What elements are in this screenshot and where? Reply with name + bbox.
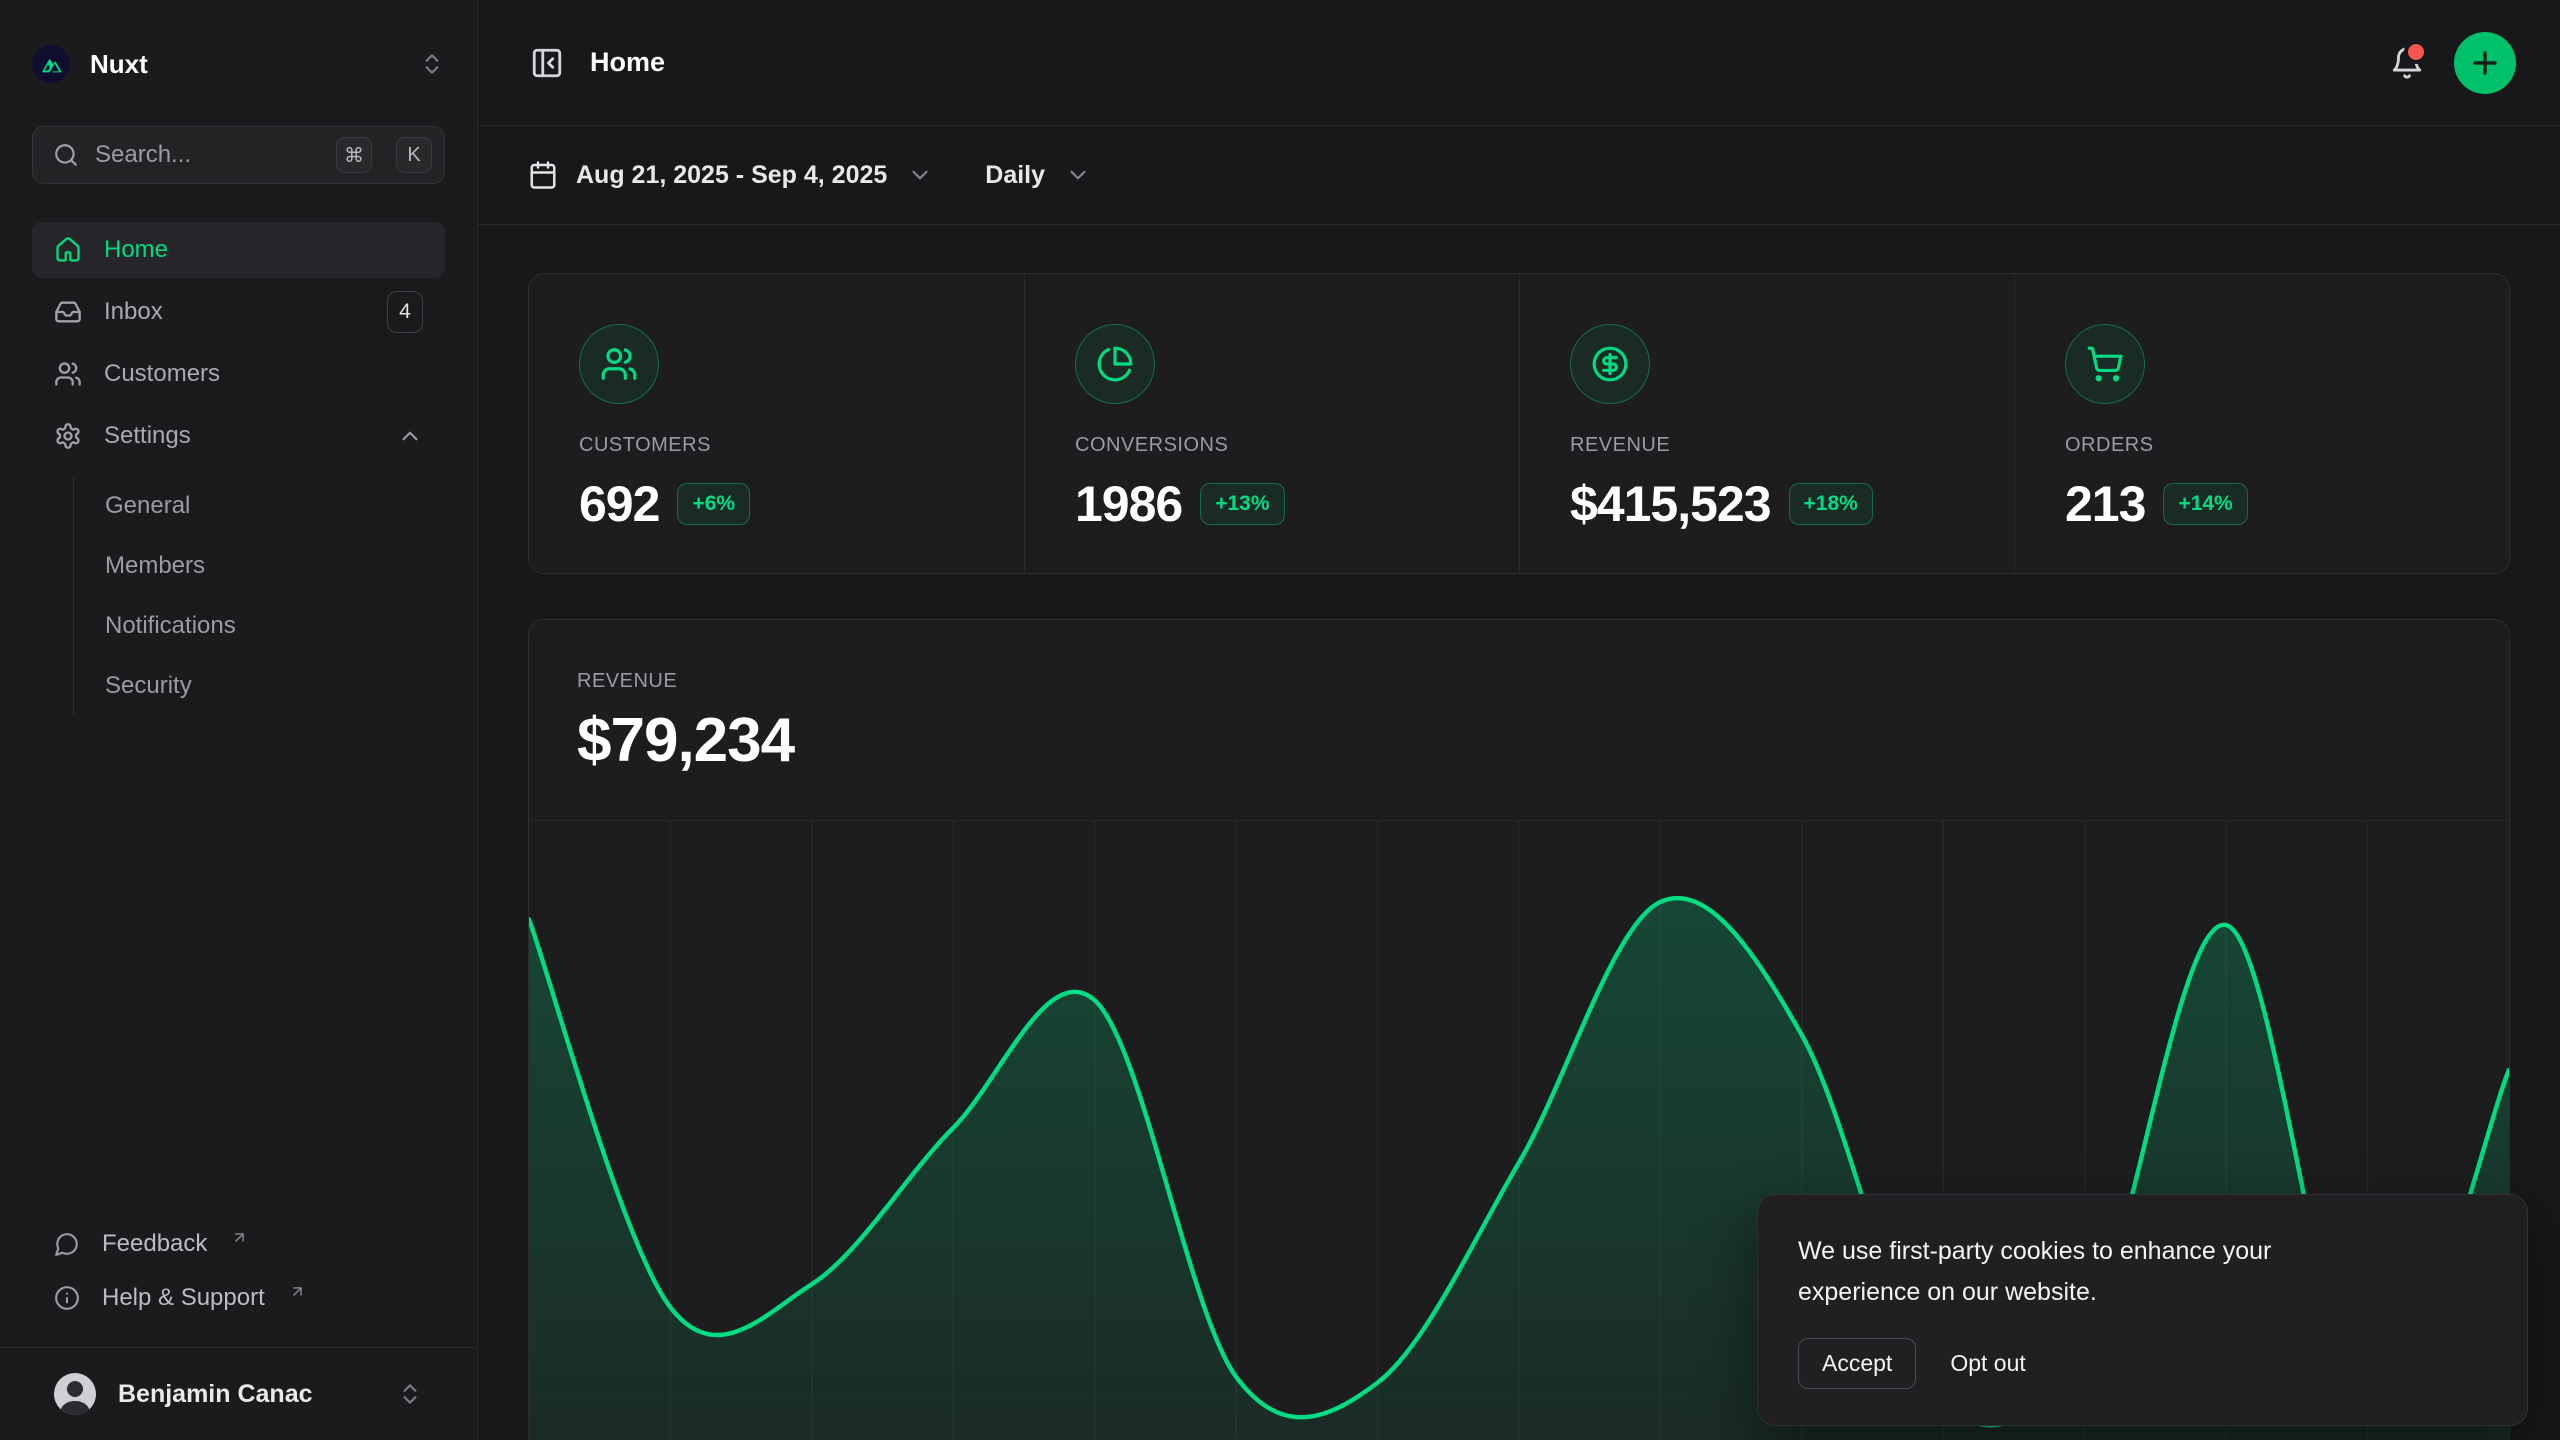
info-circle-icon [54, 1285, 80, 1311]
search-input[interactable]: Search... ⌘ K [32, 126, 445, 184]
stat-orders: ORDERS 213 +14% [2014, 274, 2509, 573]
stat-label: REVENUE [1570, 434, 2014, 457]
filters-toolbar: Aug 21, 2025 - Sep 4, 2025 Daily [478, 126, 2560, 225]
avatar [54, 1373, 96, 1415]
collapse-sidebar-button[interactable] [522, 38, 572, 88]
stat-value: 692 [579, 475, 659, 533]
accept-cookies-button[interactable]: Accept [1798, 1338, 1916, 1389]
stat-delta-badge: +18% [1789, 483, 1873, 525]
page-header: Home [478, 0, 2560, 126]
chevron-up-icon [397, 423, 423, 449]
stat-label: ORDERS [2065, 434, 2509, 457]
stat-value: $415,523 [1570, 475, 1771, 533]
sidebar-item-general[interactable]: General [74, 476, 445, 536]
optout-cookies-button[interactable]: Opt out [1950, 1350, 2025, 1377]
calendar-icon [528, 160, 558, 190]
stat-value: 213 [2065, 475, 2145, 533]
external-link-icon [289, 1283, 306, 1300]
chevrons-up-down-icon [397, 1381, 423, 1407]
user-menu[interactable]: Benjamin Canac [32, 1348, 445, 1440]
stat-value: 1986 [1075, 475, 1182, 533]
notifications-button[interactable] [2382, 38, 2432, 88]
add-button[interactable] [2454, 32, 2516, 94]
sidebar-item-customers[interactable]: Customers [32, 346, 445, 402]
sidebar-item-security[interactable]: Security [74, 656, 445, 716]
chat-bubble-icon [54, 1231, 80, 1257]
inbox-count-badge: 4 [387, 291, 423, 333]
users-icon [54, 360, 82, 388]
sidebar-item-label: Home [104, 236, 168, 264]
stat-delta-badge: +14% [2163, 483, 2247, 525]
notification-dot [2404, 40, 2428, 64]
app-window: Nuxt Search... ⌘ K Home [0, 0, 2560, 1440]
sidebar-item-label: Settings [104, 422, 191, 450]
granularity-select[interactable]: Daily [985, 161, 1091, 190]
gear-icon [54, 422, 82, 450]
help-support-label: Help & Support [102, 1284, 265, 1312]
panel-left-icon [530, 46, 564, 80]
cookie-banner: We use first-party cookies to enhance yo… [1757, 1194, 2528, 1426]
sidebar-nav: Home Inbox 4 Customers Settings [32, 222, 445, 718]
search-icon [53, 142, 79, 168]
workspace-name: Nuxt [90, 49, 148, 80]
kbd-command: ⌘ [336, 137, 372, 173]
chevrons-up-down-icon [419, 51, 445, 77]
chart-current-value: $79,234 [529, 705, 2509, 776]
stat-delta-badge: +6% [677, 483, 750, 525]
plus-icon [2468, 46, 2502, 80]
settings-sub-list: General Members Notifications Security [73, 476, 445, 716]
stat-conversions: CONVERSIONS 1986 +13% [1024, 274, 1519, 573]
chart-title: REVENUE [529, 670, 2509, 693]
sidebar-footer: Feedback Help & Support Benjami [32, 1217, 445, 1440]
stat-customers: CUSTOMERS 692 +6% [529, 274, 1024, 573]
stat-revenue: REVENUE $415,523 +18% [1519, 274, 2014, 573]
cookie-message: We use first-party cookies to enhance yo… [1798, 1231, 2378, 1312]
chevron-down-icon [907, 162, 933, 188]
sidebar: Nuxt Search... ⌘ K Home [0, 0, 478, 1440]
stat-delta-badge: +13% [1200, 483, 1284, 525]
page-title: Home [590, 47, 665, 78]
inbox-icon [54, 298, 82, 326]
sidebar-item-settings[interactable]: Settings [32, 408, 445, 464]
users-icon [579, 324, 659, 404]
stats-card: CUSTOMERS 692 +6% CONVERSIONS 1986 +13% [528, 273, 2510, 574]
help-support-link[interactable]: Help & Support [32, 1271, 445, 1325]
feedback-label: Feedback [102, 1230, 207, 1258]
granularity-value: Daily [985, 161, 1045, 190]
stat-label: CUSTOMERS [579, 434, 1024, 457]
sidebar-item-inbox[interactable]: Inbox 4 [32, 284, 445, 340]
dollar-circle-icon [1570, 324, 1650, 404]
kbd-k: K [396, 137, 432, 173]
chevron-down-icon [1065, 162, 1091, 188]
search-placeholder: Search... [95, 141, 320, 169]
sidebar-item-members[interactable]: Members [74, 536, 445, 596]
sidebar-item-notifications[interactable]: Notifications [74, 596, 445, 656]
feedback-link[interactable]: Feedback [32, 1217, 445, 1271]
external-link-icon [231, 1229, 248, 1246]
header-actions [2382, 32, 2516, 94]
date-range-value: Aug 21, 2025 - Sep 4, 2025 [576, 161, 887, 190]
cart-icon [2065, 324, 2145, 404]
date-range-picker[interactable]: Aug 21, 2025 - Sep 4, 2025 [528, 160, 933, 190]
sidebar-item-label: Customers [104, 360, 220, 388]
pie-chart-icon [1075, 324, 1155, 404]
nuxt-logo-icon [32, 45, 70, 83]
stat-label: CONVERSIONS [1075, 434, 1519, 457]
home-icon [54, 236, 82, 264]
workspace-switcher[interactable]: Nuxt [32, 40, 445, 88]
sidebar-item-home[interactable]: Home [32, 222, 445, 278]
user-name: Benjamin Canac [118, 1380, 313, 1409]
sidebar-item-label: Inbox [104, 298, 163, 326]
